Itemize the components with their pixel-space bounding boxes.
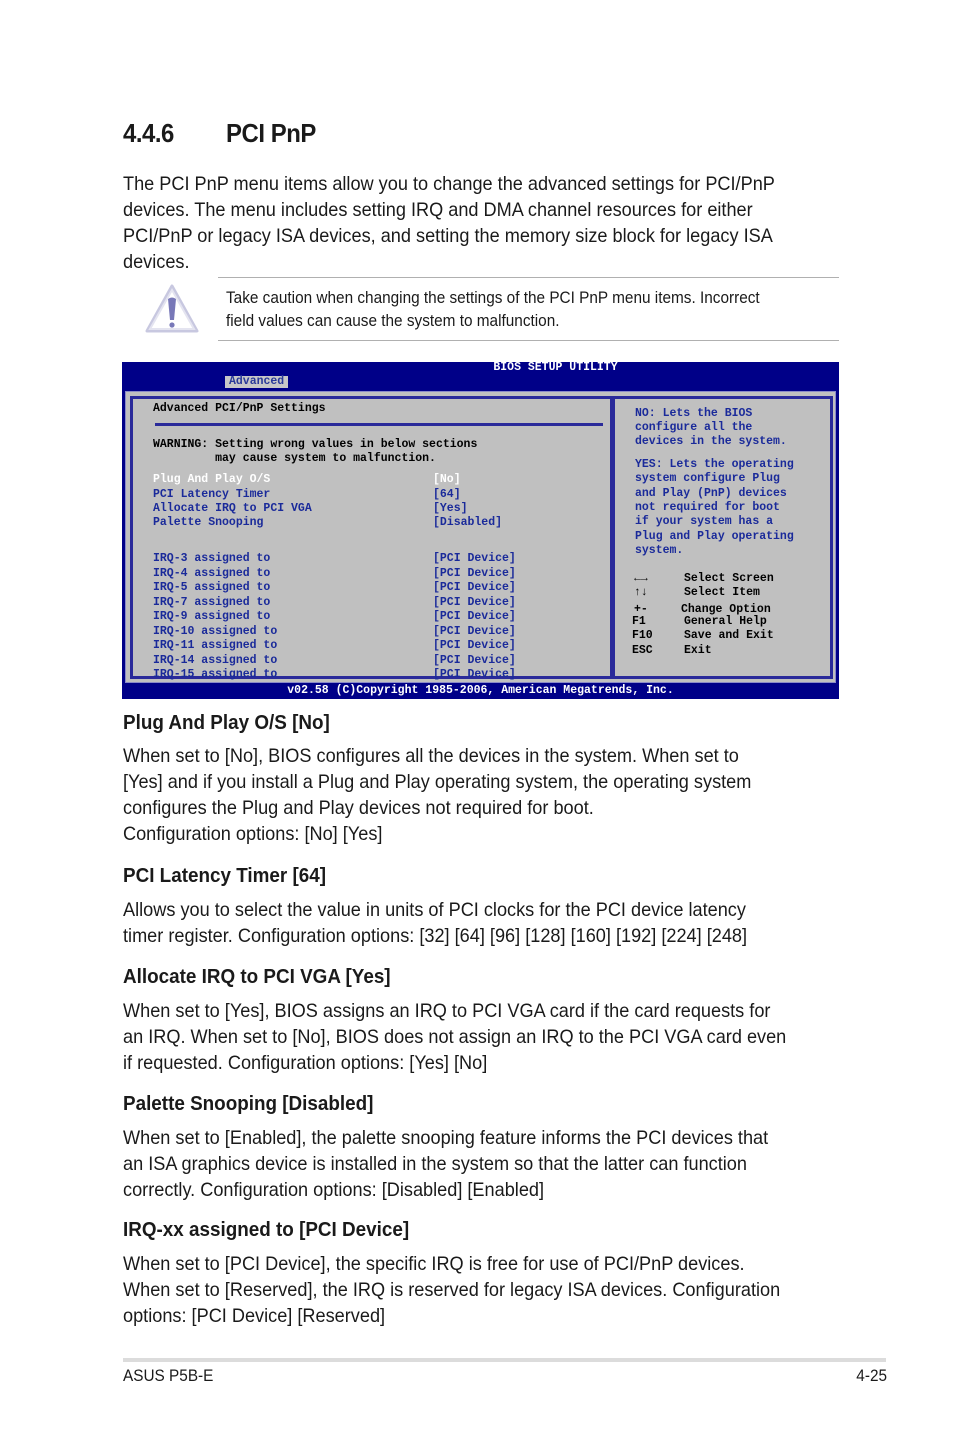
irq-row-label[interactable]: IRQ-14 assigned to [153,654,277,668]
warning-triangle-icon [143,283,201,335]
help-yes-line: not required for boot [635,501,780,514]
bios-title: BIOS SETUP UTILITY [493,361,618,374]
item-description-pci-latency: Allows you to select the value in units … [123,897,747,949]
description-line: When set to [Enabled], the palette snoop… [123,1127,769,1149]
description-line: When set to [PCI Device], the specific I… [123,1253,745,1275]
irq-row-value[interactable]: [PCI Device] [433,668,516,682]
key-label: F10 [632,629,653,642]
help-yes-line: Plug and Play operating [635,530,794,543]
footer-rule [123,1358,886,1362]
setting-allocate-irq-label[interactable]: Allocate IRQ to PCI VGA [153,502,312,516]
irq-row-value[interactable]: [PCI Device] [433,625,516,639]
key-label: F1 [632,615,646,628]
footer-product: ASUS P5B-E [123,1367,214,1385]
help-yes-line: if your system has a [635,515,774,528]
help-yes-line: system configure Plug [635,472,780,485]
up-down-arrows-icon: ↑↓ [634,586,648,599]
setting-allocate-irq-value[interactable]: [Yes] [433,502,468,516]
bios-body: Advanced PCI/PnP Settings WARNING: Setti… [125,391,836,683]
tab-advanced[interactable]: Advanced [225,376,289,388]
item-description-plug-and-play: When set to [No], BIOS configures all th… [123,743,751,847]
key-action: Select Screen [684,572,774,585]
key-action: Exit [684,644,712,657]
left-right-arrows-icon: ←→ [634,572,648,585]
description-line: if requested. Configuration options: [Ye… [123,1052,488,1074]
help-yes-line: system. [635,544,684,557]
irq-row-value[interactable]: [PCI Device] [433,552,516,566]
description-line: an IRQ. When set to [No], BIOS does not … [123,1026,787,1048]
irq-row-label[interactable]: IRQ-7 assigned to [153,596,270,610]
panel-title: Advanced PCI/PnP Settings [153,402,326,415]
help-pane: NO: Lets the BIOS configure all the devi… [612,396,833,679]
item-heading-palette-snooping: Palette Snooping [Disabled] [123,1092,374,1115]
description-line: timer register. Configuration options: [… [123,925,748,947]
help-yes-line: YES: Lets the operating [635,458,794,471]
item-description-palette-snooping: When set to [Enabled], the palette snoop… [123,1125,768,1203]
intro-line: devices. The menu includes setting IRQ a… [123,199,753,221]
item-heading-plug-and-play: Plug And Play O/S [No] [123,711,330,734]
intro-line: The PCI PnP menu items allow you to chan… [123,173,775,195]
page-number: 4-25 [856,1367,887,1385]
panel-separator [155,423,603,426]
setting-palette-snooping-label[interactable]: Palette Snooping [153,516,263,530]
help-yes-line: and Play (PnP) devices [635,487,787,500]
irq-row-value[interactable]: [PCI Device] [433,610,516,624]
item-description-irq-xx: When set to [PCI Device], the specific I… [123,1251,780,1329]
intro-line: PCI/PnP or legacy ISA devices, and setti… [123,225,773,247]
irq-row-label[interactable]: IRQ-5 assigned to [153,581,270,595]
irq-row-value[interactable]: [PCI Device] [433,581,516,595]
description-line: When set to [Yes], BIOS assigns an IRQ t… [123,1000,771,1022]
item-description-allocate-irq: When set to [Yes], BIOS assigns an IRQ t… [123,998,786,1076]
caution-bottom-rule [218,340,839,341]
section-name: PCI PnP [226,118,316,148]
warning-line: may cause system to malfunction. [153,452,436,465]
item-heading-allocate-irq: Allocate IRQ to PCI VGA [Yes] [123,965,391,988]
irq-row-value[interactable]: [PCI Device] [433,567,516,581]
bios-screenshot: BIOS SETUP UTILITY Advanced Advanced PCI… [122,362,839,699]
irq-row-label[interactable]: IRQ-15 assigned to [153,668,277,682]
key-action: Save and Exit [684,629,774,642]
irq-row-label[interactable]: IRQ-3 assigned to [153,552,270,566]
description-line: When set to [Reserved], the IRQ is reser… [123,1279,781,1301]
description-line: [Yes] and if you install a Plug and Play… [123,771,752,793]
irq-row-label[interactable]: IRQ-10 assigned to [153,625,277,639]
setting-plug-and-play-label[interactable]: Plug And Play O/S [153,473,270,487]
caution-line: field values can cause the system to mal… [226,312,560,330]
description-line: an ISA graphics device is installed in t… [123,1153,747,1175]
caution-line: Take caution when changing the settings … [226,289,760,307]
help-no-line: NO: Lets the BIOS [635,407,753,420]
settings-pane: Advanced PCI/PnP Settings WARNING: Setti… [130,396,612,682]
description-line: When set to [No], BIOS configures all th… [123,745,739,767]
setting-pci-latency-value[interactable]: [64] [433,488,461,502]
warning-line: WARNING: Setting wrong values in below s… [153,438,478,451]
irq-row-value[interactable]: [PCI Device] [433,639,516,653]
description-line: Configuration options: [No] [Yes] [123,823,383,845]
setting-pci-latency-label[interactable]: PCI Latency Timer [153,488,270,502]
irq-row-value[interactable]: [PCI Device] [433,596,516,610]
help-no-line: devices in the system. [635,435,787,448]
description-line: options: [PCI Device] [Reserved] [123,1305,386,1327]
irq-row-value[interactable]: [PCI Device] [433,654,516,668]
description-line: correctly. Configuration options: [Disab… [123,1179,545,1201]
bios-copyright: v02.58 (C)Copyright 1985-2006, American … [287,684,674,697]
setting-plug-and-play-value[interactable]: [No] [433,473,461,487]
description-line: Allows you to select the value in units … [123,899,746,921]
help-no-line: configure all the [635,421,753,434]
caution-top-rule [218,277,839,278]
key-action: Select Item [684,586,760,599]
intro-line: devices. [123,251,190,273]
irq-row-label[interactable]: IRQ-11 assigned to [153,639,277,653]
section-number: 4.4.6 [123,118,174,148]
caution-text: Take caution when changing the settings … [226,287,760,333]
irq-row-label[interactable]: IRQ-4 assigned to [153,567,270,581]
section-title: 4.4.6 PCI PnP [123,118,316,149]
irq-row-label[interactable]: IRQ-9 assigned to [153,610,270,624]
key-action: General Help [684,615,767,628]
key-label: ESC [632,644,653,657]
setting-palette-snooping-value[interactable]: [Disabled] [433,516,502,530]
item-heading-pci-latency: PCI Latency Timer [64] [123,864,327,887]
intro-paragraph: The PCI PnP menu items allow you to chan… [123,171,793,275]
item-heading-irq-xx: IRQ-xx assigned to [PCI Device] [123,1218,410,1241]
description-line: configures the Plug and Play devices not… [123,797,594,819]
